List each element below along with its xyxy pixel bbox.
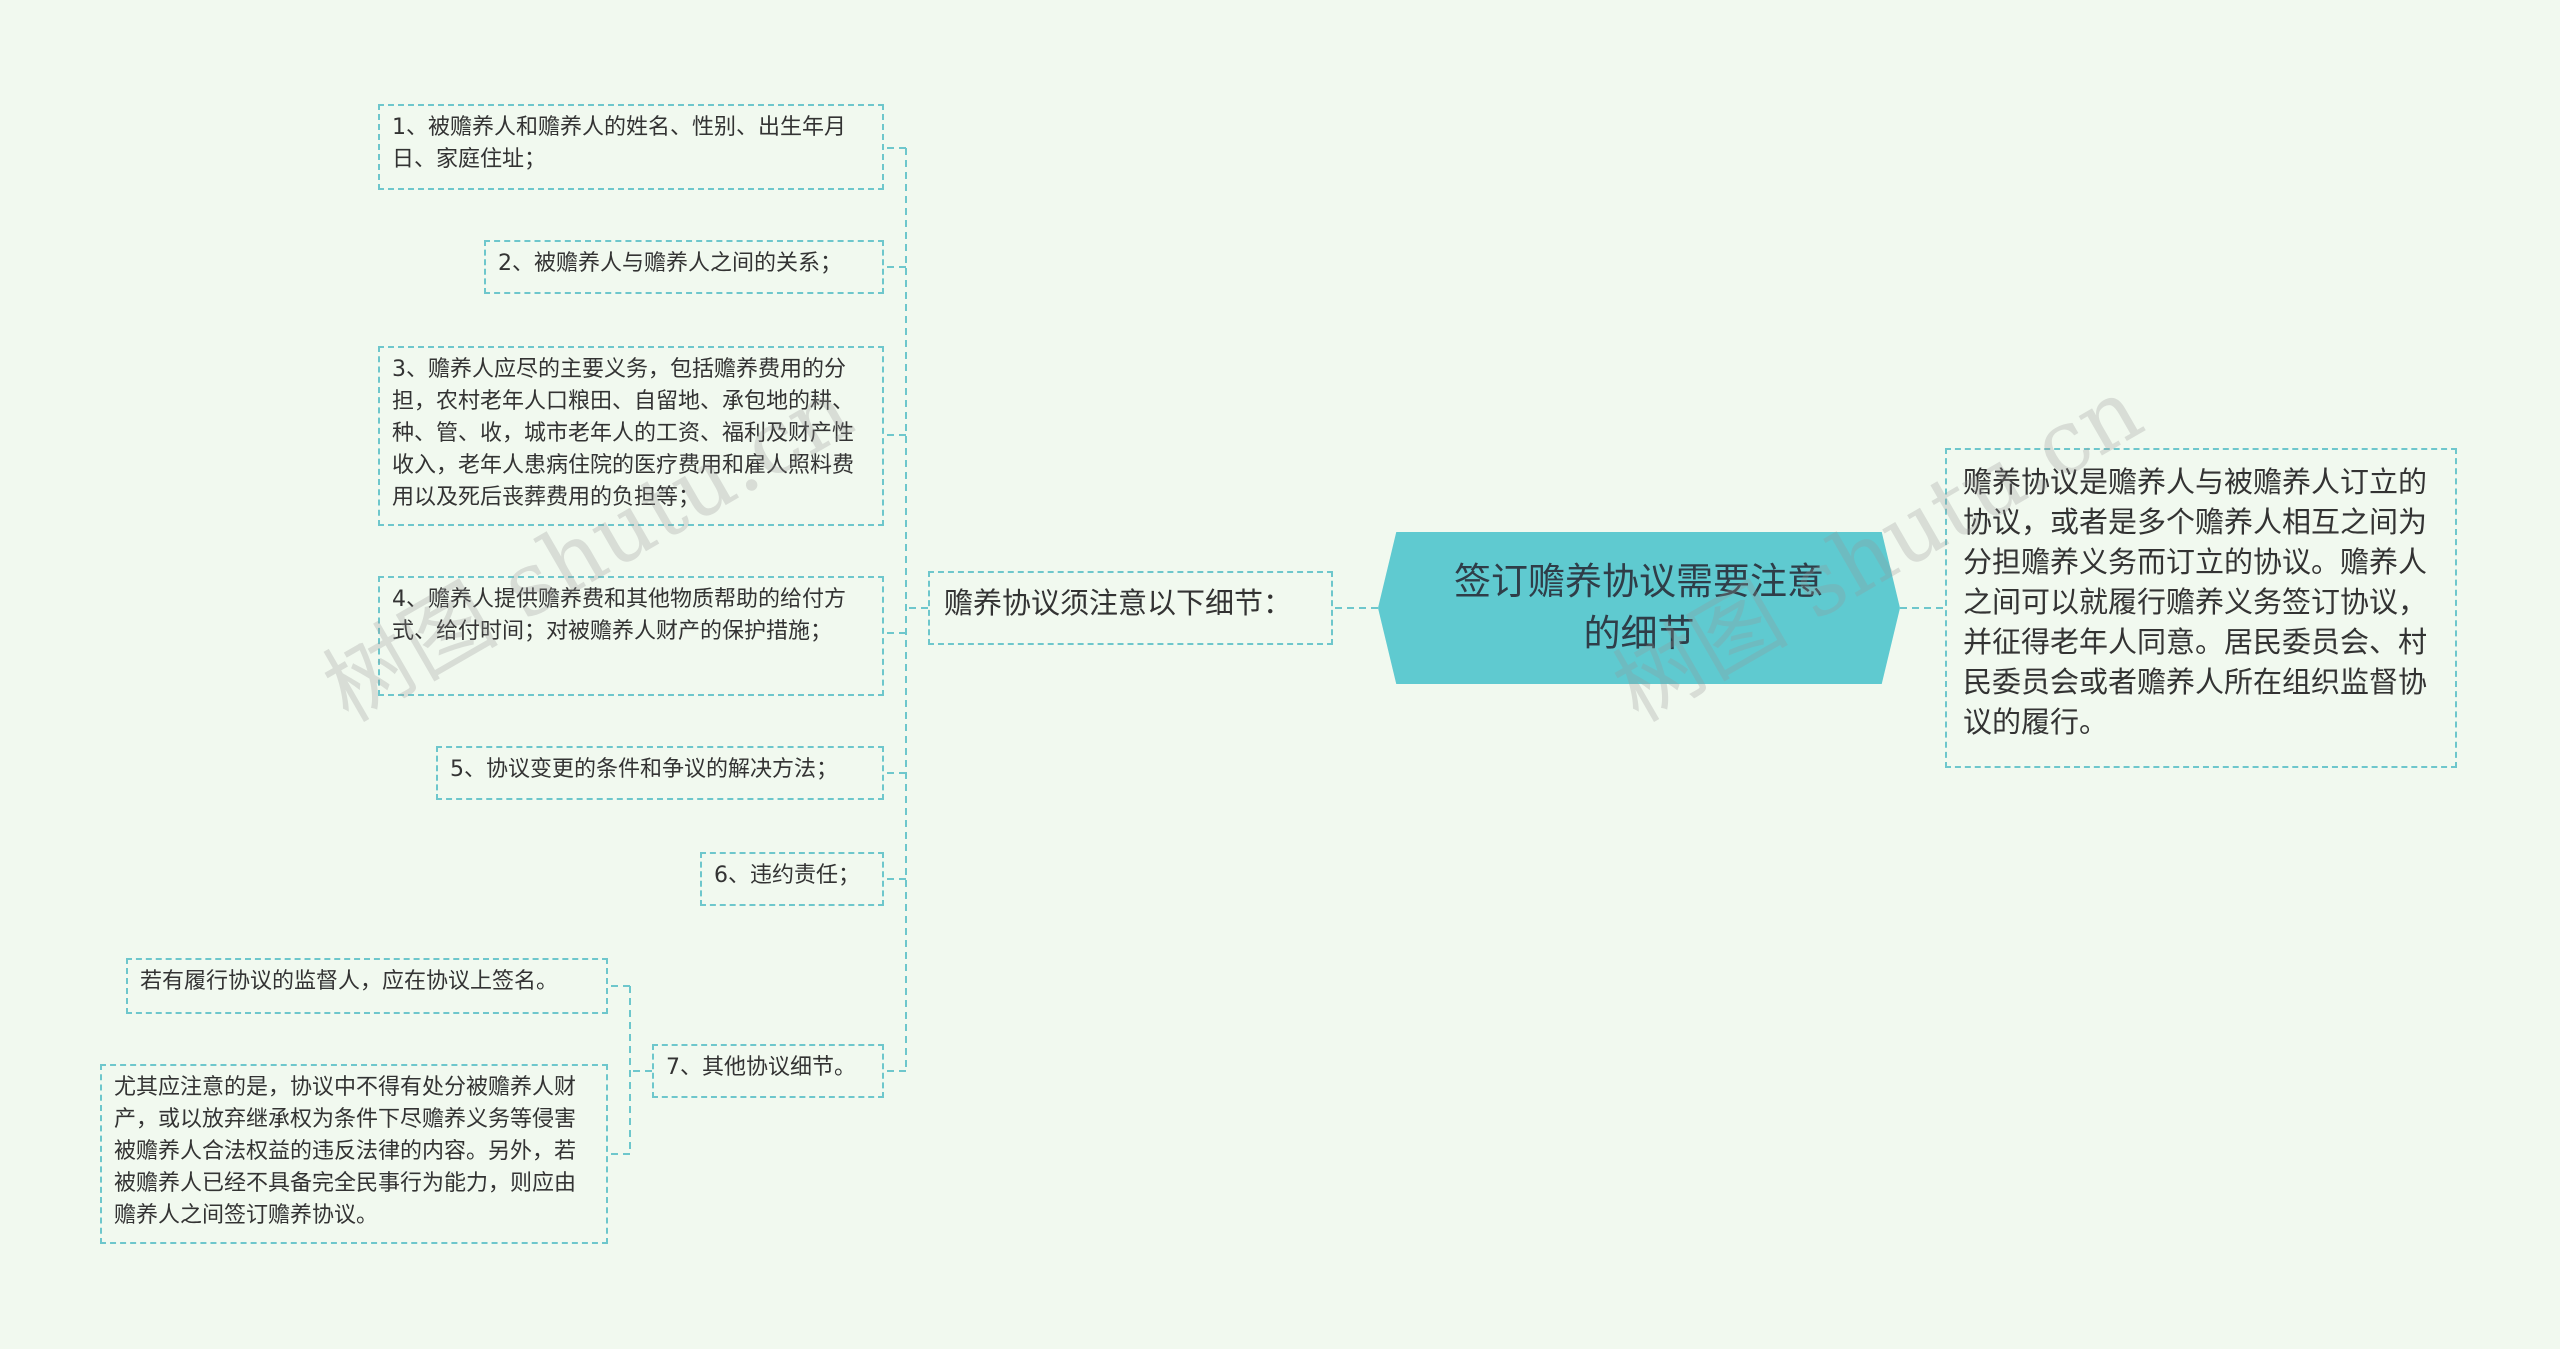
item7-child-supervisor-text: 若有履行协议的监督人，应在协议上签名。	[140, 969, 559, 994]
detail-item-5[interactable]: 5、协议变更的条件和争议的解决方法；	[436, 746, 884, 800]
detail-item-2[interactable]: 2、被赡养人与赡养人之间的关系；	[484, 240, 884, 294]
left-branch-node[interactable]: 赡养协议须注意以下细节：	[928, 571, 1333, 645]
detail-item-7[interactable]: 7、其他协议细节。	[652, 1044, 884, 1098]
detail-item-1[interactable]: 1、被赡养人和赡养人的姓名、性别、出生年月日、家庭住址；	[378, 104, 884, 190]
detail-item-2-text: 2、被赡养人与赡养人之间的关系；	[498, 251, 842, 276]
item7-child-note-text: 尤其应注意的是，协议中不得有处分被赡养人财产，或以放弃继承权为条件下尽赡养义务等…	[114, 1075, 577, 1228]
left-branch-label: 赡养协议须注意以下细节：	[944, 586, 1293, 620]
central-topic[interactable]: 签订赡养协议需要注意的细节	[1378, 532, 1900, 684]
detail-item-4[interactable]: 4、赡养人提供赡养费和其他物质帮助的给付方式、给付时间；对被赡养人财产的保护措施…	[378, 576, 884, 696]
detail-item-6-text: 6、违约责任；	[714, 863, 860, 888]
detail-item-1-text: 1、被赡养人和赡养人的姓名、性别、出生年月日、家庭住址；	[392, 115, 846, 172]
detail-item-7-text: 7、其他协议细节。	[666, 1055, 856, 1080]
detail-item-5-text: 5、协议变更的条件和争议的解决方法；	[450, 757, 838, 782]
definition-text: 赡养协议是赡养人与被赡养人订立的协议，或者是多个赡养人相互之间为分担赡养义务而订…	[1963, 465, 2428, 740]
detail-item-6[interactable]: 6、违约责任；	[700, 852, 884, 906]
item7-child-note[interactable]: 尤其应注意的是，协议中不得有处分被赡养人财产，或以放弃继承权为条件下尽赡养义务等…	[100, 1064, 608, 1244]
central-title: 签订赡养协议需要注意的细节	[1454, 560, 1824, 655]
definition-node[interactable]: 赡养协议是赡养人与被赡养人订立的协议，或者是多个赡养人相互之间为分担赡养义务而订…	[1945, 448, 2457, 768]
detail-item-3-text: 3、赡养人应尽的主要义务，包括赡养费用的分担，农村老年人口粮田、自留地、承包地的…	[392, 357, 855, 510]
detail-item-4-text: 4、赡养人提供赡养费和其他物质帮助的给付方式、给付时间；对被赡养人财产的保护措施…	[392, 587, 846, 644]
item7-child-supervisor[interactable]: 若有履行协议的监督人，应在协议上签名。	[126, 958, 608, 1014]
detail-item-3[interactable]: 3、赡养人应尽的主要义务，包括赡养费用的分担，农村老年人口粮田、自留地、承包地的…	[378, 346, 884, 526]
